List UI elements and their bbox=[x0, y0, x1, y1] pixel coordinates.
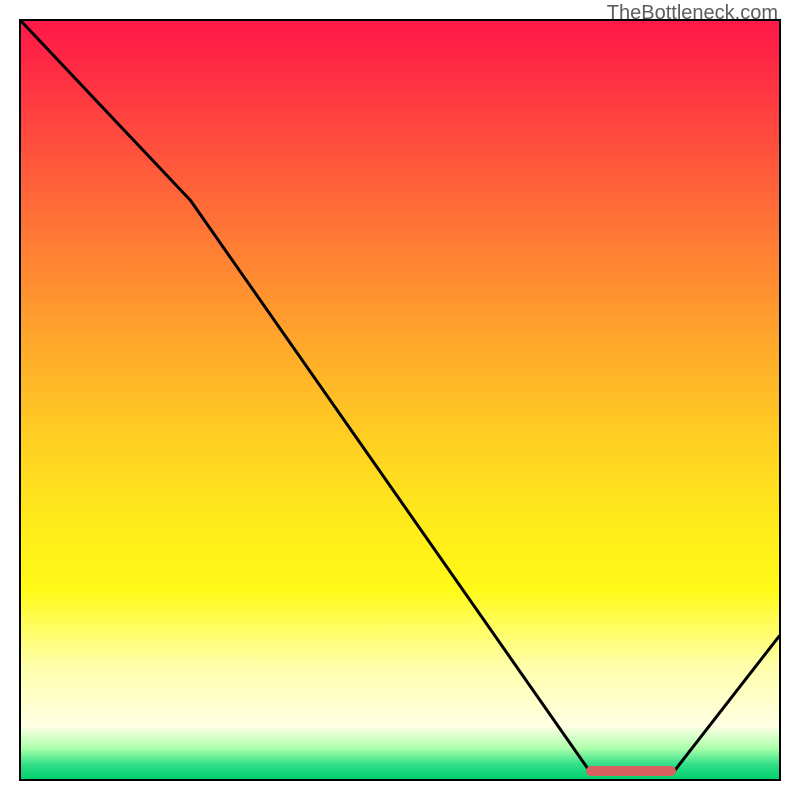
bottleneck-curve bbox=[21, 21, 779, 779]
chart-plot-area bbox=[19, 19, 781, 781]
optimal-range-marker bbox=[586, 766, 676, 776]
watermark-text: TheBottleneck.com bbox=[607, 2, 778, 25]
